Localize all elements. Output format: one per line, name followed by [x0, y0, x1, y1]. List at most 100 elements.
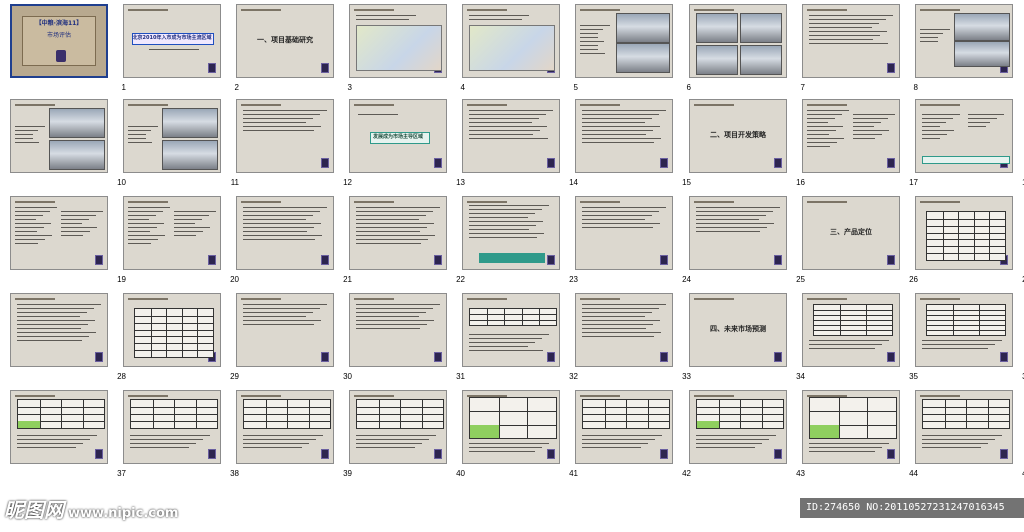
slide-thumbnail-15[interactable] [575, 99, 673, 173]
slide-thumbnail-10[interactable] [10, 99, 108, 173]
slide-text-line [469, 209, 542, 210]
logo-icon [887, 449, 895, 459]
slide-number: 43 [796, 469, 805, 478]
slide-thumbnail-12[interactable] [236, 99, 334, 173]
slide-header-line [694, 298, 734, 300]
slide-thumbnail-42[interactable] [575, 390, 673, 464]
slide-thumbnail-35[interactable] [802, 293, 900, 367]
slide-thumbnail-23[interactable] [462, 196, 560, 270]
slide-header-line [354, 104, 394, 106]
slide-thumbnail-2[interactable]: 北京2010年入市成为市场主流区域 [123, 4, 221, 78]
slide-thumbnail-8[interactable] [802, 4, 900, 78]
slide-thumbnail-27[interactable] [915, 196, 1013, 270]
cover-subtitle: 市场评估 [46, 32, 71, 39]
slide-thumbnail-33[interactable] [575, 293, 673, 367]
slide-thumbnail-5[interactable] [462, 4, 560, 78]
slide-text-line [243, 239, 315, 240]
slide-thumbnail-28[interactable] [10, 293, 108, 367]
slide-thumbnail-24[interactable] [575, 196, 673, 270]
slide-text-line [922, 122, 946, 123]
slide-thumbnail-39[interactable] [236, 390, 334, 464]
slide-thumbnail-30[interactable] [236, 293, 334, 367]
slide-text-line [243, 110, 327, 111]
slide-thumbnail-18[interactable] [915, 99, 1013, 173]
slide-text-line [807, 138, 844, 139]
slide-thumbnail-36[interactable] [915, 293, 1013, 367]
slide-thumbnail-29[interactable] [123, 293, 221, 367]
slide-text-line [356, 19, 409, 20]
slide-header-line [580, 395, 620, 397]
location-map [356, 25, 442, 71]
slide-thumbnail-6[interactable] [575, 4, 673, 78]
slide-thumbnail-38[interactable] [123, 390, 221, 464]
slide-thumbnail-7[interactable] [689, 4, 787, 78]
slide-thumbnail-34[interactable]: 四、未来市场预测 [689, 293, 787, 367]
slide-text-line [922, 447, 981, 448]
slide-thumbnail-20[interactable] [123, 196, 221, 270]
slide-text-line [243, 308, 320, 309]
slide-thumbnail-32[interactable] [462, 293, 560, 367]
slide-thumbnail-45[interactable] [915, 390, 1013, 464]
slide-thumbnail-16[interactable]: 二、项目开发策略 [689, 99, 787, 173]
slide-text-line [469, 342, 535, 343]
slide-text-line [580, 33, 598, 34]
slide-text-line [356, 227, 427, 228]
slide-thumbnail-9[interactable] [915, 4, 1013, 78]
slide-thumbnail-14[interactable] [462, 99, 560, 173]
slide-thumbnail-1[interactable]: 【中粮·滨海11】 市场评估 [10, 4, 108, 78]
slide-thumbnail-37[interactable] [10, 390, 108, 464]
slide-thumbnail-17[interactable] [802, 99, 900, 173]
slide-thumbnail-26[interactable]: 三、产品定位 [802, 196, 900, 270]
logo-icon [434, 255, 442, 265]
slide-text-line [582, 110, 666, 111]
slide-text-line [920, 37, 938, 38]
logo-icon [1000, 449, 1008, 459]
slide-header-line [241, 298, 281, 300]
slide-text-line [174, 215, 209, 216]
slide-text-line [809, 27, 872, 28]
slide-thumbnail-43[interactable] [689, 390, 787, 464]
logo-icon [774, 449, 782, 459]
slide-text-line [696, 231, 760, 232]
slide-text-line [149, 49, 199, 50]
slide-text-line [356, 215, 426, 216]
slide-thumbnail-13[interactable]: 发展成为市场主导区域 [349, 99, 447, 173]
slide-thumbnail-21[interactable] [236, 196, 334, 270]
slide-header-line [241, 104, 281, 106]
slide-thumbnail-25[interactable] [689, 196, 787, 270]
slide-header-line [15, 298, 55, 300]
slide-thumbnail-22[interactable] [349, 196, 447, 270]
slide-number: 32 [569, 372, 578, 381]
slide-photo [740, 13, 782, 43]
logo-icon [434, 449, 442, 459]
slide-table [356, 399, 444, 429]
slide-text-line [17, 308, 94, 309]
slide-header-line [15, 104, 55, 106]
slide-text-line [922, 340, 1002, 341]
slide-number: 25 [796, 275, 805, 284]
slide-text-line [582, 223, 660, 224]
slide-text-line [809, 451, 875, 452]
slide-number: 35 [909, 372, 918, 381]
slide-thumbnail-3[interactable]: 一、项目基础研究 [236, 4, 334, 78]
slide-text-line [15, 142, 39, 143]
slide-text-line [243, 324, 314, 325]
slide-thumbnail-4[interactable] [349, 4, 447, 78]
slide-thumbnail-44[interactable] [802, 390, 900, 464]
slide-text-line [17, 316, 80, 317]
logo-icon [321, 63, 329, 73]
slide-text-line [356, 312, 426, 313]
slide-number: 19 [117, 275, 126, 284]
slide-thumbnail-41[interactable] [462, 390, 560, 464]
slide-text-line [853, 126, 874, 127]
slide-thumbnail-31[interactable] [349, 293, 447, 367]
slide-thumbnail-40[interactable] [349, 390, 447, 464]
slide-text-line [243, 207, 327, 208]
logo-icon [434, 158, 442, 168]
slide-thumbnail-11[interactable] [123, 99, 221, 173]
slide-text-line [243, 312, 313, 313]
slide-thumbnail-19[interactable] [10, 196, 108, 270]
slide-text-line [17, 447, 76, 448]
slide-text-line [469, 110, 553, 111]
slide-text-line [922, 439, 995, 440]
